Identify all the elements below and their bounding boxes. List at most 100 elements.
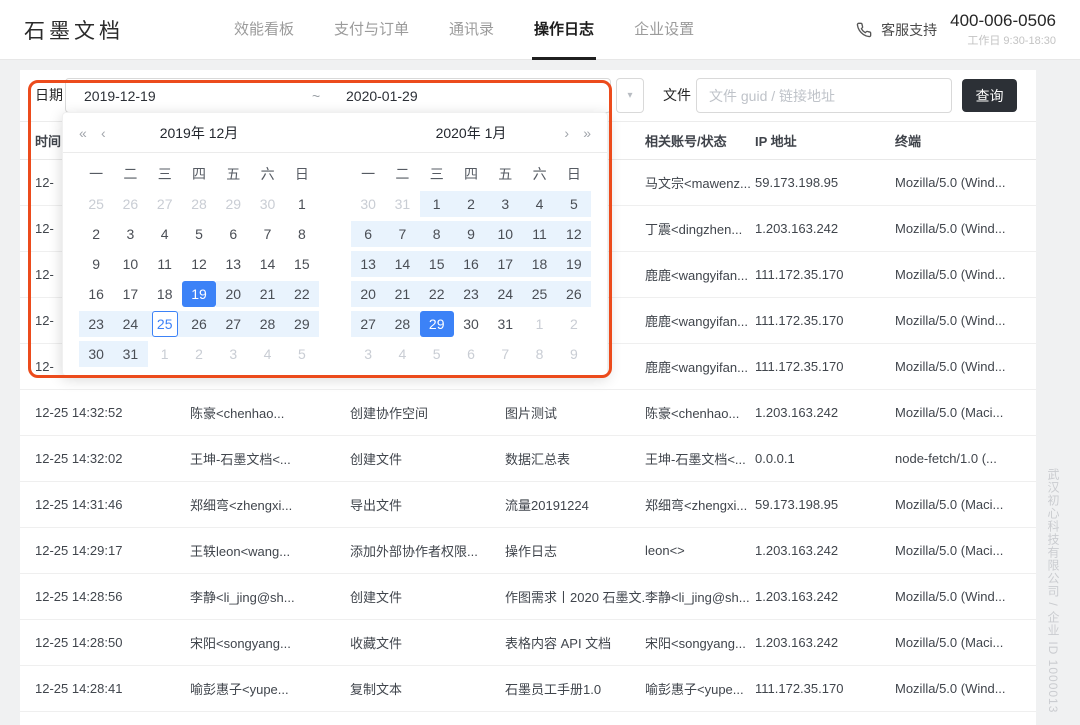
- calendar-day[interactable]: 5: [285, 339, 319, 369]
- calendar-day[interactable]: 19: [182, 279, 216, 309]
- calendar-day[interactable]: 23: [79, 309, 113, 339]
- calendar-day[interactable]: 4: [522, 189, 556, 219]
- logo[interactable]: 石墨文档: [24, 15, 154, 45]
- calendar-day[interactable]: 9: [454, 219, 488, 249]
- calendar-day[interactable]: 25: [522, 279, 556, 309]
- calendar-day[interactable]: 11: [522, 219, 556, 249]
- calendar-day[interactable]: 9: [557, 339, 591, 369]
- calendar-day[interactable]: 27: [351, 309, 385, 339]
- calendar-day[interactable]: 13: [216, 249, 250, 279]
- calendar-day[interactable]: 30: [454, 309, 488, 339]
- calendar-day[interactable]: 27: [148, 189, 182, 219]
- calendar-day[interactable]: 16: [454, 249, 488, 279]
- calendar-day[interactable]: 7: [385, 219, 419, 249]
- next-month-icon[interactable]: ›: [564, 113, 569, 153]
- calendar-day[interactable]: 29: [285, 309, 319, 339]
- calendar-day[interactable]: 5: [557, 189, 591, 219]
- calendar-day[interactable]: 8: [285, 219, 319, 249]
- calendar-day[interactable]: 1: [148, 339, 182, 369]
- calendar-day[interactable]: 23: [454, 279, 488, 309]
- calendar-day[interactable]: 24: [488, 279, 522, 309]
- calendar-day[interactable]: 20: [216, 279, 250, 309]
- file-input[interactable]: [696, 78, 952, 113]
- calendar-day[interactable]: 17: [488, 249, 522, 279]
- calendar-day[interactable]: 22: [420, 279, 454, 309]
- calendar-day[interactable]: 5: [182, 219, 216, 249]
- calendar-day[interactable]: 29: [216, 189, 250, 219]
- date-range-input[interactable]: 2019-12-19 ~ 2020-01-29: [65, 78, 611, 113]
- calendar-day[interactable]: 21: [250, 279, 284, 309]
- calendar-day[interactable]: 17: [113, 279, 147, 309]
- calendar-day[interactable]: 13: [351, 249, 385, 279]
- cell-operator: 喻彭惠子<yupe...: [190, 679, 350, 698]
- nav-tab-operation-log[interactable]: 操作日志: [534, 0, 594, 60]
- calendar-day[interactable]: 27: [216, 309, 250, 339]
- calendar-day[interactable]: 28: [250, 309, 284, 339]
- calendar-day[interactable]: 2: [454, 189, 488, 219]
- calendar-day[interactable]: 6: [454, 339, 488, 369]
- calendar-day[interactable]: 22: [285, 279, 319, 309]
- next-year-icon[interactable]: »: [583, 113, 591, 153]
- calendar-day[interactable]: 6: [216, 219, 250, 249]
- calendar-day[interactable]: 8: [420, 219, 454, 249]
- calendar-day[interactable]: 19: [557, 249, 591, 279]
- calendar-day[interactable]: 2: [182, 339, 216, 369]
- date-preset-dropdown[interactable]: ▾: [616, 78, 644, 113]
- calendar-day[interactable]: 25: [148, 309, 182, 339]
- calendar-day[interactable]: 1: [522, 309, 556, 339]
- calendar-day[interactable]: 3: [216, 339, 250, 369]
- prev-month-icon[interactable]: ‹: [101, 113, 106, 153]
- calendar-day[interactable]: 15: [420, 249, 454, 279]
- nav-tab-payments[interactable]: 支付与订单: [334, 0, 409, 60]
- calendar-day[interactable]: 3: [113, 219, 147, 249]
- calendar-day[interactable]: 15: [285, 249, 319, 279]
- calendar-day[interactable]: 1: [420, 189, 454, 219]
- calendar-day[interactable]: 3: [488, 189, 522, 219]
- table-row: 12-25 14:32:02王坤-石墨文档<...创建文件数据汇总表王坤-石墨文…: [20, 436, 1036, 482]
- calendar-day[interactable]: 31: [113, 339, 147, 369]
- calendar-day[interactable]: 7: [488, 339, 522, 369]
- calendar-day[interactable]: 10: [113, 249, 147, 279]
- calendar-day[interactable]: 8: [522, 339, 556, 369]
- calendar-day[interactable]: 12: [557, 219, 591, 249]
- calendar-day[interactable]: 14: [385, 249, 419, 279]
- calendar-day[interactable]: 2: [79, 219, 113, 249]
- calendar-day[interactable]: 14: [250, 249, 284, 279]
- calendar-day[interactable]: 11: [148, 249, 182, 279]
- nav-tab-contacts[interactable]: 通讯录: [449, 0, 494, 60]
- calendar-day[interactable]: 10: [488, 219, 522, 249]
- calendar-day[interactable]: 28: [182, 189, 216, 219]
- calendar-day[interactable]: 6: [351, 219, 385, 249]
- calendar-day[interactable]: 20: [351, 279, 385, 309]
- calendar-day[interactable]: 18: [148, 279, 182, 309]
- calendar-day[interactable]: 4: [385, 339, 419, 369]
- calendar-day[interactable]: 18: [522, 249, 556, 279]
- calendar-day[interactable]: 7: [250, 219, 284, 249]
- calendar-day[interactable]: 31: [488, 309, 522, 339]
- search-button[interactable]: 查询: [962, 79, 1017, 112]
- calendar-day[interactable]: 9: [79, 249, 113, 279]
- calendar-day[interactable]: 2: [557, 309, 591, 339]
- calendar-day[interactable]: 28: [385, 309, 419, 339]
- calendar-day[interactable]: 3: [351, 339, 385, 369]
- calendar-day[interactable]: 4: [250, 339, 284, 369]
- calendar-day[interactable]: 30: [79, 339, 113, 369]
- calendar-day[interactable]: 30: [351, 189, 385, 219]
- nav-tab-enterprise-settings[interactable]: 企业设置: [634, 0, 694, 60]
- calendar-day[interactable]: 31: [385, 189, 419, 219]
- calendar-day[interactable]: 24: [113, 309, 147, 339]
- calendar-day[interactable]: 26: [113, 189, 147, 219]
- calendar-day[interactable]: 16: [79, 279, 113, 309]
- calendar-day[interactable]: 21: [385, 279, 419, 309]
- calendar-day[interactable]: 29: [420, 309, 454, 339]
- prev-year-icon[interactable]: «: [79, 113, 87, 153]
- calendar-day[interactable]: 26: [182, 309, 216, 339]
- calendar-day[interactable]: 1: [285, 189, 319, 219]
- calendar-day[interactable]: 4: [148, 219, 182, 249]
- calendar-day[interactable]: 12: [182, 249, 216, 279]
- calendar-day[interactable]: 30: [250, 189, 284, 219]
- calendar-day[interactable]: 25: [79, 189, 113, 219]
- calendar-day[interactable]: 5: [420, 339, 454, 369]
- calendar-day[interactable]: 26: [557, 279, 591, 309]
- nav-tab-dashboard[interactable]: 效能看板: [234, 0, 294, 60]
